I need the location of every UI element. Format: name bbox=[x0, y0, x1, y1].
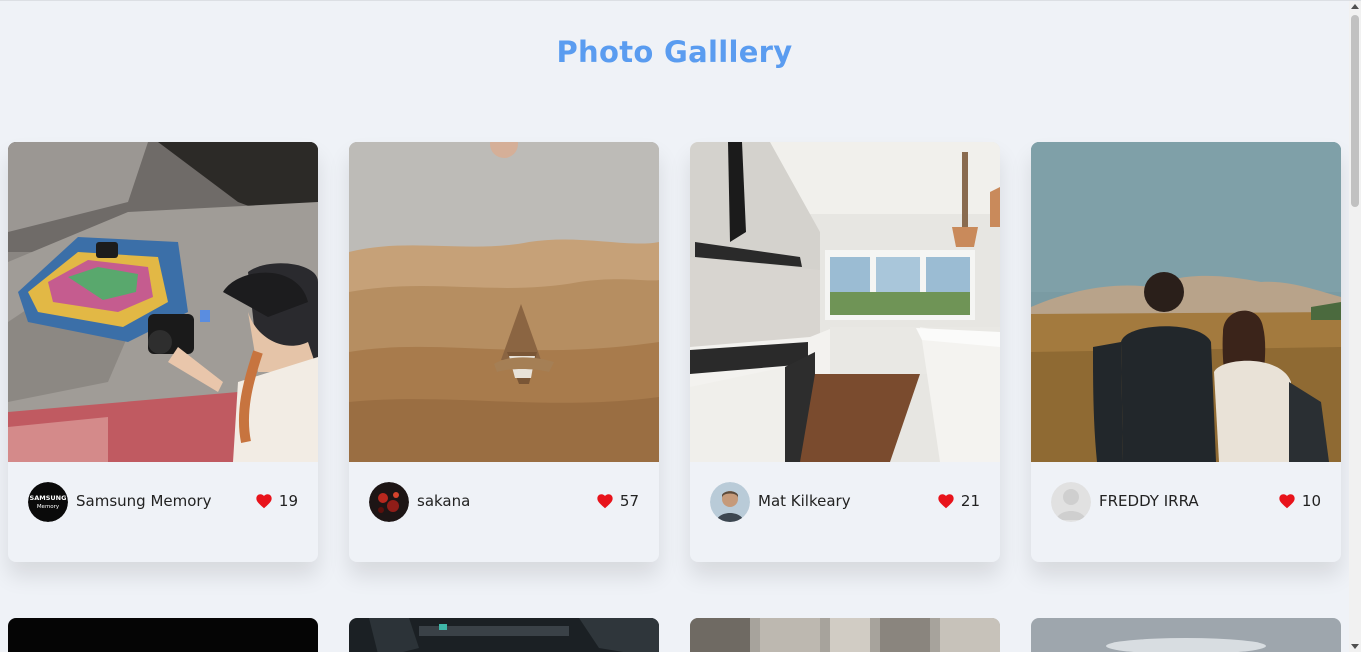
heart-icon bbox=[597, 494, 613, 509]
avatar-brand-subtext: Memory bbox=[37, 504, 60, 510]
photo-image[interactable] bbox=[8, 142, 318, 462]
like-button[interactable]: 10 bbox=[1278, 492, 1321, 510]
avatar-brand-text: SAMSUNG bbox=[30, 494, 67, 502]
photo-card[interactable] bbox=[690, 618, 1000, 652]
heart-icon bbox=[1279, 494, 1295, 509]
photo-card[interactable]: SAMSUNG Memory Samsung Memory 19 bbox=[8, 142, 318, 562]
author-avatar[interactable] bbox=[710, 482, 750, 522]
author-name[interactable]: Samsung Memory bbox=[76, 492, 211, 510]
heart-icon bbox=[938, 494, 954, 509]
page-title: Photo Galllery bbox=[556, 35, 793, 69]
author-avatar[interactable]: SAMSUNG Memory bbox=[28, 482, 68, 522]
photo-image[interactable] bbox=[349, 142, 659, 462]
like-button[interactable]: 19 bbox=[255, 492, 298, 510]
photo-card[interactable] bbox=[8, 618, 318, 652]
photo-card-footer: FREDDY IRRA 10 bbox=[1031, 462, 1341, 562]
author-name[interactable]: Mat Kilkeary bbox=[758, 492, 851, 510]
photo-card[interactable]: Mat Kilkeary 21 bbox=[690, 142, 1000, 562]
like-button[interactable]: 57 bbox=[596, 492, 639, 510]
like-button[interactable]: 21 bbox=[937, 492, 980, 510]
photo-image[interactable] bbox=[1031, 142, 1341, 462]
author-name[interactable]: FREDDY IRRA bbox=[1099, 492, 1199, 510]
photo-image[interactable] bbox=[690, 142, 1000, 462]
photo-card-footer: Mat Kilkeary 21 bbox=[690, 462, 1000, 562]
scroll-up-arrow-icon[interactable] bbox=[1351, 4, 1359, 9]
like-count: 57 bbox=[619, 492, 639, 510]
like-count: 19 bbox=[278, 492, 298, 510]
page-scrollbar[interactable] bbox=[1349, 1, 1361, 652]
author-avatar[interactable] bbox=[1051, 482, 1091, 522]
author-avatar[interactable] bbox=[369, 482, 409, 522]
like-count: 21 bbox=[960, 492, 980, 510]
author-name[interactable]: sakana bbox=[417, 492, 470, 510]
photo-card[interactable] bbox=[349, 618, 659, 652]
photo-card[interactable]: sakana 57 bbox=[349, 142, 659, 562]
like-count: 10 bbox=[1301, 492, 1321, 510]
photo-card-footer: sakana 57 bbox=[349, 462, 659, 562]
photo-card[interactable] bbox=[1031, 618, 1341, 652]
heart-icon bbox=[256, 494, 272, 509]
photo-card[interactable]: FREDDY IRRA 10 bbox=[1031, 142, 1341, 562]
scrollbar-thumb[interactable] bbox=[1351, 15, 1359, 207]
scroll-down-arrow-icon[interactable] bbox=[1351, 644, 1359, 649]
photo-card-footer: SAMSUNG Memory Samsung Memory 19 bbox=[8, 462, 318, 562]
